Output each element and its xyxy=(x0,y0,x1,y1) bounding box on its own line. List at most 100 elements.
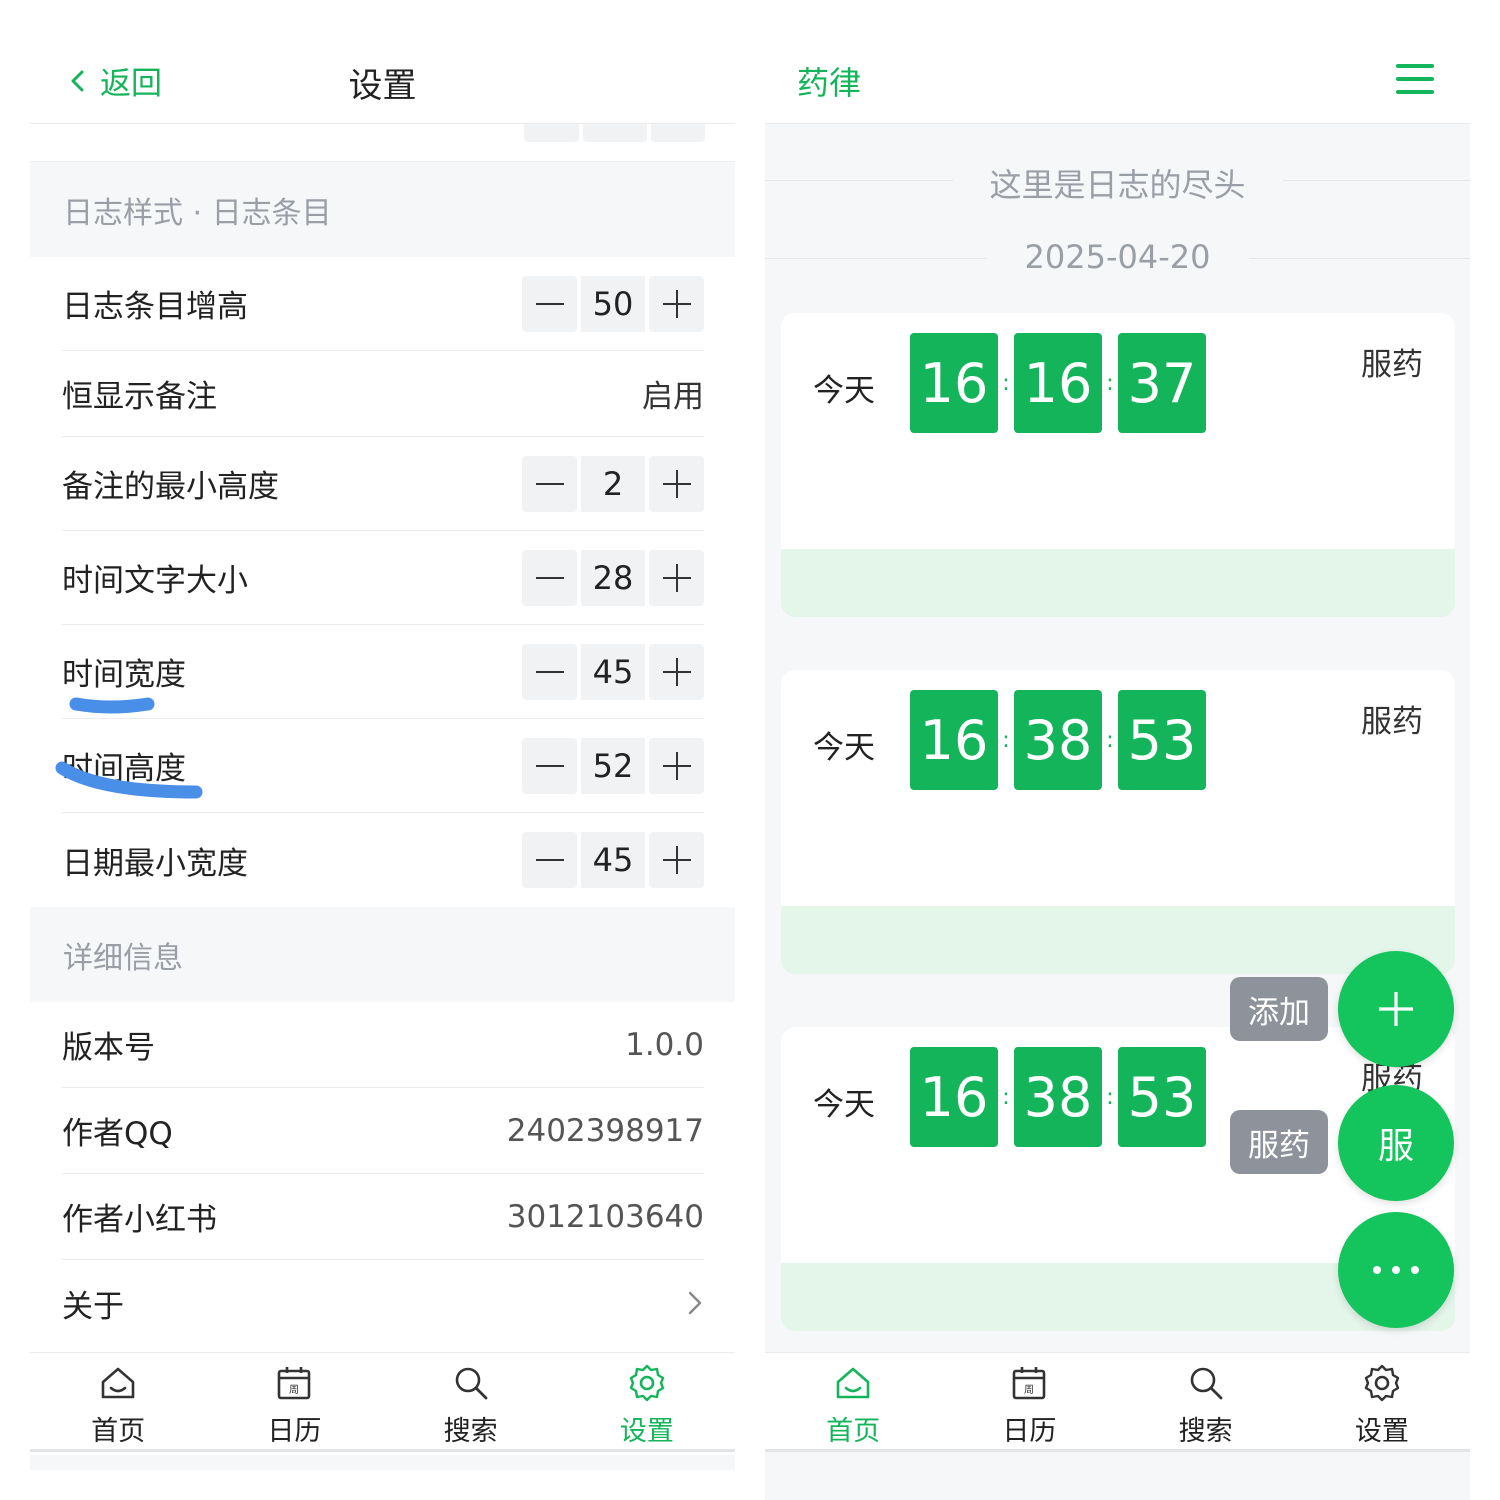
tab-calendar[interactable]: 周 日历 xyxy=(206,1353,382,1449)
page-title: 设置 xyxy=(30,58,735,107)
setting-label: 备注的最小高度 xyxy=(62,469,279,505)
section-title: 日志样式 · 日志条目 xyxy=(63,195,332,231)
calendar-icon: 周 xyxy=(1013,1367,1046,1400)
home-indicator-area xyxy=(765,1455,1470,1470)
entry-day: 今天 xyxy=(813,373,875,409)
time-colon: : xyxy=(1002,370,1010,396)
stepper: 50 xyxy=(522,275,704,332)
bottom-tab-bar: 首页 周 日历 搜索 设置 xyxy=(30,1352,735,1452)
calendar-icon: 周 xyxy=(278,1367,311,1400)
settings-header: 返回 设置 xyxy=(30,0,735,124)
decrement-button[interactable] xyxy=(522,455,577,512)
setting-value: 启用 xyxy=(642,379,704,415)
stepper: 28 xyxy=(522,549,704,606)
stepper: 45 xyxy=(522,832,704,888)
section-header-details: 详细信息 xyxy=(30,907,735,1002)
info-label: 版本号 xyxy=(62,1030,155,1066)
menu-icon[interactable] xyxy=(1396,64,1434,94)
increment-button[interactable] xyxy=(649,832,704,888)
minute-block: 38 xyxy=(1014,1047,1102,1147)
decrement-button[interactable] xyxy=(522,737,577,794)
scrolled-row-partial xyxy=(30,124,735,162)
info-value: 1.0.0 xyxy=(625,1026,704,1063)
setting-row[interactable]: 恒显示备注 启用 xyxy=(62,351,704,437)
decrement-button[interactable] xyxy=(522,643,577,700)
take-medicine-label[interactable]: 服药 xyxy=(1230,1110,1328,1174)
stepper-value: 52 xyxy=(581,737,645,794)
info-row: 版本号 1.0.0 xyxy=(62,1002,704,1088)
increment-button[interactable] xyxy=(649,455,704,512)
log-screen: 药律 这里是日志的尽头 2025-04-20 今天 16 : 16 : 37 服… xyxy=(765,0,1470,1500)
bottom-tab-bar: 首页 周 日历 搜索 设置 xyxy=(765,1352,1470,1452)
hour-block: 16 xyxy=(910,690,998,790)
decrement-button[interactable] xyxy=(522,275,577,332)
log-end-text: 这里是日志的尽头 xyxy=(989,166,1246,204)
more-fab-button[interactable] xyxy=(1338,1212,1454,1328)
page-title-text: 设置 xyxy=(348,66,417,106)
stepper: 52 xyxy=(522,737,704,794)
time-colon: : xyxy=(1002,1084,1010,1110)
settings-screen: 返回 设置 日志样式 · 日志条目 日志条目增高 50 恒显示备注 启用 备注的… xyxy=(30,0,735,1500)
stepper-value: 50 xyxy=(581,275,645,332)
log-header: 药律 xyxy=(765,0,1470,124)
home-icon xyxy=(101,1367,135,1399)
info-value: 3012103640 xyxy=(506,1198,704,1235)
setting-row: 日期最小宽度 45 xyxy=(62,813,704,907)
about-row[interactable]: 关于 xyxy=(62,1260,704,1346)
log-entry-card[interactable]: 今天 16 : 16 : 37 服药 xyxy=(781,313,1455,617)
add-action-label[interactable]: 添加 xyxy=(1230,977,1328,1041)
gear-icon xyxy=(1364,1364,1400,1402)
stepper-plus-partial[interactable] xyxy=(651,124,705,142)
stepper-minus-partial[interactable] xyxy=(524,124,579,142)
setting-label: 日期最小宽度 xyxy=(62,845,248,882)
stepper-value: 28 xyxy=(581,549,645,606)
info-row: 作者QQ 2402398917 xyxy=(62,1088,704,1174)
home-icon xyxy=(836,1367,870,1399)
hour-block: 16 xyxy=(910,1047,998,1147)
increment-button[interactable] xyxy=(649,275,704,332)
decrement-button[interactable] xyxy=(522,549,577,606)
entry-note-area xyxy=(781,906,1455,974)
info-row: 作者小红书 3012103640 xyxy=(62,1174,704,1260)
setting-row: 备注的最小高度 2 xyxy=(62,437,704,531)
setting-label: 日志条目增高 xyxy=(62,289,248,325)
time-colon: : xyxy=(1002,727,1010,753)
tab-home[interactable]: 首页 xyxy=(765,1353,941,1449)
section-header-log-style: 日志样式 · 日志条目 xyxy=(30,162,735,257)
highlight-marker-strokes xyxy=(55,697,203,799)
increment-button[interactable] xyxy=(649,737,704,794)
more-dots-icon xyxy=(1373,1266,1419,1274)
setting-label: 时间文字大小 xyxy=(62,563,248,599)
increment-button[interactable] xyxy=(649,549,704,606)
entry-note-area xyxy=(781,549,1455,617)
take-medicine-fab-button[interactable]: 服 xyxy=(1338,1085,1454,1201)
gear-icon xyxy=(629,1364,665,1402)
minute-block: 38 xyxy=(1014,690,1102,790)
entry-day: 今天 xyxy=(813,730,875,766)
section-title: 详细信息 xyxy=(63,940,183,976)
tab-settings[interactable]: 设置 xyxy=(1294,1353,1470,1449)
tab-home[interactable]: 首页 xyxy=(30,1353,206,1449)
decrement-button[interactable] xyxy=(522,832,577,888)
tab-label: 首页 xyxy=(826,1416,881,1447)
tab-label: 搜索 xyxy=(443,1416,498,1447)
tab-calendar[interactable]: 周 日历 xyxy=(941,1353,1117,1449)
tab-settings[interactable]: 设置 xyxy=(559,1353,735,1449)
second-block: 53 xyxy=(1118,1047,1206,1147)
time-colon: : xyxy=(1106,370,1114,396)
increment-button[interactable] xyxy=(649,643,704,700)
fab-glyph: 服 xyxy=(1377,1126,1414,1167)
tab-label: 首页 xyxy=(91,1416,146,1447)
tab-label: 设置 xyxy=(619,1416,674,1447)
tab-search[interactable]: 搜索 xyxy=(383,1353,559,1449)
entry-kind: 服药 xyxy=(1361,347,1423,383)
stepper: 45 xyxy=(522,643,704,700)
log-entry-card[interactable]: 今天 16 : 38 : 53 服药 xyxy=(781,670,1455,974)
tab-search[interactable]: 搜索 xyxy=(1118,1353,1294,1449)
stepper: 2 xyxy=(522,455,704,512)
add-fab-button[interactable] xyxy=(1338,951,1454,1067)
info-value: 2402398917 xyxy=(506,1112,704,1149)
stepper-value: 45 xyxy=(581,643,645,700)
stepper-value: 2 xyxy=(581,455,645,512)
home-indicator-area xyxy=(30,1455,735,1470)
